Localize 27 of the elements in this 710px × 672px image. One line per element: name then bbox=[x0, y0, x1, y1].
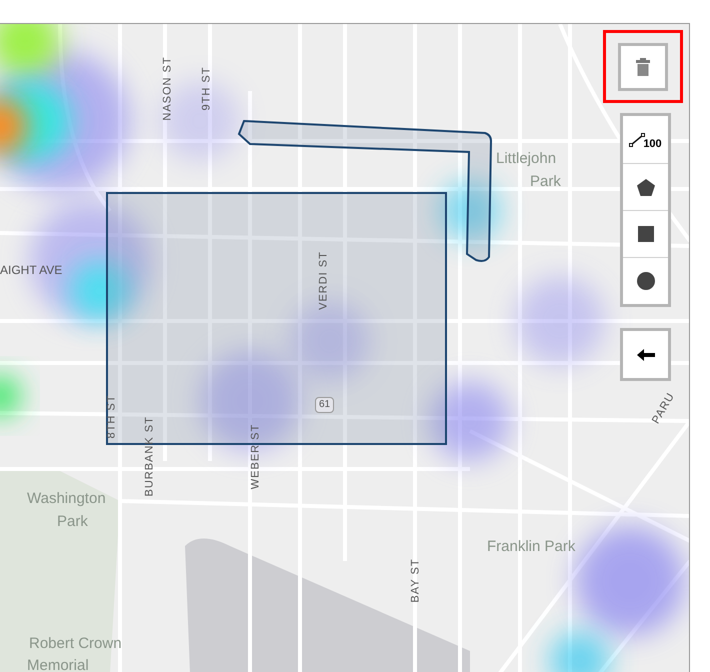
park-label: Washington bbox=[27, 491, 106, 506]
street-label: NASON ST bbox=[162, 55, 174, 123]
heat-spot bbox=[0, 376, 20, 416]
street-label: 8TH ST bbox=[106, 394, 118, 440]
draw-tool-button[interactable]: 100 bbox=[623, 116, 668, 163]
line-measure-icon bbox=[629, 132, 646, 146]
pentagon-icon bbox=[636, 178, 654, 196]
square-icon bbox=[638, 226, 654, 242]
circle-icon bbox=[636, 272, 654, 290]
street-label: VERDI ST bbox=[318, 250, 330, 312]
street-label: AIGHT AVE bbox=[0, 264, 62, 276]
back-button[interactable] bbox=[620, 328, 671, 381]
trash-icon bbox=[636, 58, 650, 76]
street-label: WEBER ST bbox=[250, 422, 262, 492]
street-label: BURBANK ST bbox=[144, 416, 156, 496]
park-label: Park bbox=[57, 514, 88, 529]
route-shield: 61 bbox=[315, 397, 334, 413]
delete-button[interactable] bbox=[618, 42, 668, 90]
park-label: Littlejohn bbox=[496, 151, 556, 166]
park-label: Memorial bbox=[27, 658, 89, 672]
park-label: Robert Crown bbox=[29, 636, 122, 651]
distance-label: 100 bbox=[643, 138, 662, 150]
park-label: Franklin Park bbox=[487, 539, 576, 554]
left-arrow-icon bbox=[636, 348, 654, 360]
street-label: BAY ST bbox=[410, 557, 422, 605]
street-label: 9TH ST bbox=[202, 66, 212, 112]
park-label: Park bbox=[530, 174, 561, 189]
